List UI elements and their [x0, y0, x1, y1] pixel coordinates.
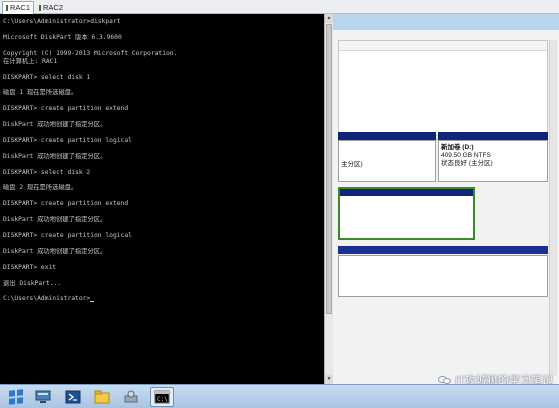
console-line: DiskPart 成功地创建了指定分区。: [3, 152, 107, 160]
console-line: DISKPART> create partition extend: [3, 105, 129, 113]
extended-partition-box[interactable]: [338, 187, 475, 240]
volume-name: 新加卷 (D:): [441, 144, 474, 151]
vm-running-icon: [39, 4, 41, 11]
command-prompt-button[interactable]: C:\: [150, 387, 174, 407]
server-manager-button[interactable]: [31, 387, 55, 407]
partition-cell[interactable]: 主分区): [338, 140, 436, 182]
server-manager-icon: [35, 390, 51, 403]
console-line: DISKPART> create partition logical: [3, 231, 132, 239]
scroll-up-icon[interactable]: ▲: [325, 14, 333, 23]
window-titlebar: [321, 14, 559, 30]
cursor-icon: [90, 301, 95, 303]
desktop: RAC1 RAC2 主分区) 新加卷 (D:) 409.50 GB NTFS 状…: [0, 0, 559, 408]
volume-list-panel: [338, 40, 548, 136]
console-line: 磁盘 2 现在是所选磁盘。: [3, 184, 78, 192]
volume-status: 状态良好 (主分区): [441, 160, 493, 167]
console-line: 磁盘 1 现在是所选磁盘。: [3, 89, 78, 97]
console-line: DiskPart 成功地创建了指定分区。: [3, 247, 107, 255]
partition-header-bar: [338, 132, 436, 140]
console-line: DISKPART> create partition logical: [3, 136, 132, 144]
volume-size: 409.50 GB NTFS: [441, 152, 491, 159]
console-line: 退出 DiskPart...: [3, 279, 62, 287]
disk-tools-icon: [124, 390, 138, 403]
partition-header-bar: [438, 132, 548, 140]
disk-map-scrollbar[interactable]: [549, 136, 557, 376]
powershell-button[interactable]: [61, 387, 85, 407]
console-line: DiskPart 成功地创建了指定分区。: [3, 216, 107, 224]
console-line: C:\Users\Administrator>: [3, 295, 320, 303]
scroll-down-icon[interactable]: ▼: [325, 375, 333, 384]
volume-list-scrollbar[interactable]: [549, 40, 557, 136]
command-prompt-window: C:\Users\Administrator>diskpart Microsoft…: [0, 14, 333, 384]
file-explorer-icon: [94, 390, 110, 404]
file-explorer-button[interactable]: [90, 387, 114, 407]
vm-tab-strip: RAC1 RAC2: [0, 0, 559, 14]
start-icon: [9, 389, 23, 405]
volume-d-cell[interactable]: 新加卷 (D:) 409.50 GB NTFS 状态良好 (主分区): [438, 140, 548, 182]
console-line: DISKPART> select disk 1: [3, 73, 91, 81]
vm-running-icon: [6, 5, 8, 11]
tab-rac1[interactable]: RAC1: [2, 1, 34, 14]
disk-management-window: 主分区) 新加卷 (D:) 409.50 GB NTFS 状态良好 (主分区): [320, 14, 559, 384]
disk-header-bar: [338, 246, 548, 254]
console-scrollbar[interactable]: ▲ ▼: [324, 14, 333, 384]
disk-tools-button[interactable]: [119, 387, 143, 407]
console-line: DiskPart 成功地创建了指定分区。: [3, 121, 107, 129]
console-line: Microsoft DiskPart 版本 6.3.9600: [3, 33, 122, 41]
tab-label: RAC1: [10, 3, 31, 12]
console-line: DISKPART> exit: [3, 263, 57, 271]
console-line: 在计算机上: RAC1: [3, 57, 58, 65]
console-line: Copyright (C) 1999-2013 Microsoft Corpor…: [3, 49, 178, 57]
partition-header-bar: [340, 189, 473, 196]
svg-text:C:\: C:\: [157, 396, 168, 403]
tab-rac2[interactable]: RAC2: [36, 1, 66, 14]
powershell-icon: [65, 390, 81, 404]
console-output[interactable]: C:\Users\Administrator>diskpart Microsoft…: [0, 14, 324, 384]
tab-label: RAC2: [43, 2, 64, 12]
console-line: DISKPART> select disk 2: [3, 168, 91, 176]
taskbar: C:\: [0, 384, 559, 408]
command-prompt-icon: C:\: [154, 390, 170, 404]
start-button[interactable]: [4, 387, 28, 407]
console-line: C:\Users\Administrator>diskpart: [3, 18, 121, 25]
scroll-thumb[interactable]: [326, 24, 332, 314]
disk-area: [338, 255, 548, 297]
partition-status: 主分区): [341, 161, 363, 168]
console-line: DISKPART> create partition extend: [3, 200, 129, 208]
volume-list-header: [339, 41, 547, 51]
